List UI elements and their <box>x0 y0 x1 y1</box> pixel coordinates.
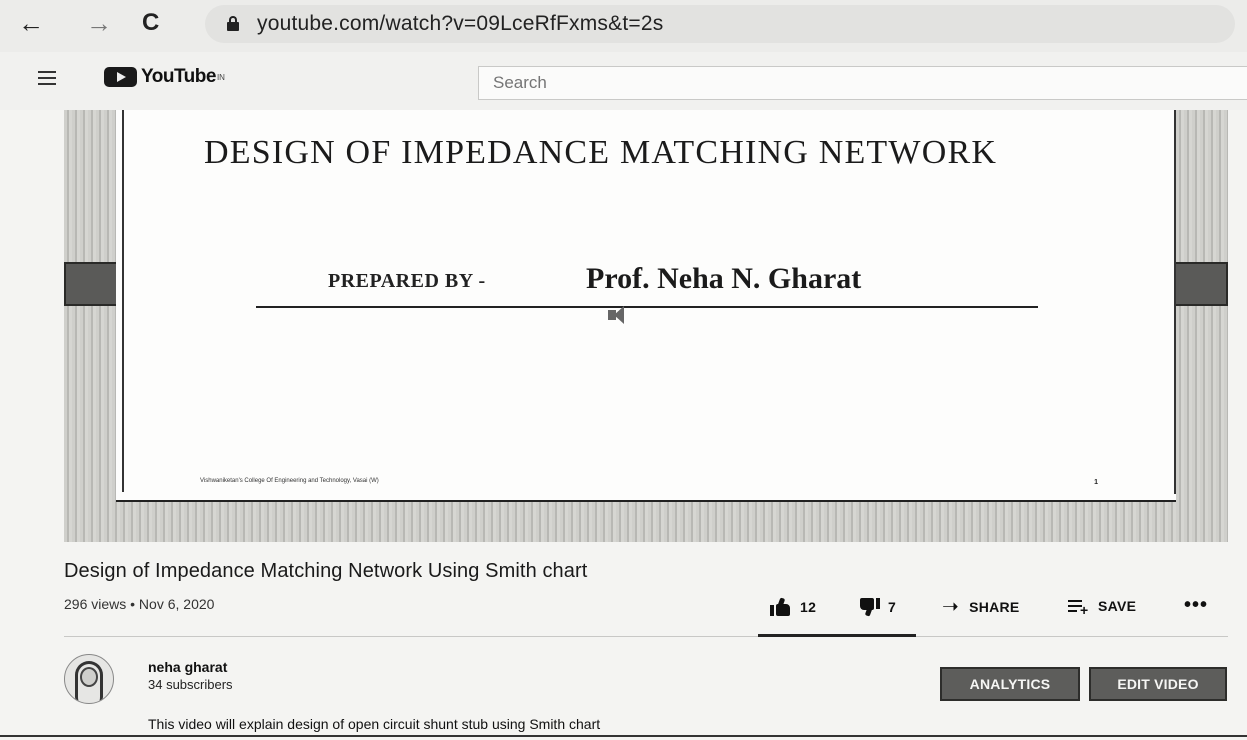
slide-footer: Vishwaniketan's College Of Engineering a… <box>200 478 379 484</box>
prepared-by-label: PREPARED BY - <box>328 270 486 292</box>
more-options-icon[interactable]: ••• <box>1184 594 1208 617</box>
back-arrow-icon[interactable]: ← <box>18 8 44 38</box>
video-player[interactable]: DESIGN OF IMPEDANCE MATCHING NETWORK PRE… <box>64 110 1228 542</box>
video-description: This video will explain design of open c… <box>148 716 601 732</box>
youtube-play-icon <box>104 67 137 87</box>
save-button[interactable]: + SAVE <box>1068 598 1137 617</box>
slide-title: DESIGN OF IMPEDANCE MATCHING NETWORK <box>204 134 998 171</box>
url-text[interactable]: youtube.com/watch?v=09LceRfFxms&t=2s <box>257 12 663 36</box>
channel-name[interactable]: neha gharat <box>148 659 227 675</box>
country-code: IN <box>216 72 225 82</box>
lock-icon <box>227 16 239 31</box>
edit-video-button[interactable]: EDIT VIDEO <box>1089 667 1227 701</box>
thumbs-down-icon <box>858 598 880 617</box>
bottom-divider <box>0 735 1247 737</box>
youtube-logo-text: YouTube <box>141 66 216 87</box>
share-label: SHARE <box>969 599 1020 615</box>
volume-icon[interactable] <box>608 304 636 326</box>
presentation-slide: DESIGN OF IMPEDANCE MATCHING NETWORK PRE… <box>116 110 1176 502</box>
dislike-button[interactable]: 7 <box>858 598 897 617</box>
slide-page-number: 1 <box>1094 479 1098 486</box>
share-arrow-icon: ➝ <box>942 596 960 618</box>
save-label: SAVE <box>1098 598 1137 614</box>
youtube-logo[interactable]: YouTube IN <box>104 65 225 89</box>
reload-icon[interactable]: C <box>142 8 159 38</box>
video-meta: 296 views • Nov 6, 2020 <box>64 596 215 612</box>
share-button[interactable]: ➝ SHARE <box>942 596 1020 618</box>
subscriber-count: 34 subscribers <box>148 677 233 692</box>
video-info-divider <box>64 636 1228 637</box>
browser-toolbar: ← → C youtube.com/watch?v=09LceRfFxms&t=… <box>0 0 1247 52</box>
playlist-add-icon: + <box>1068 599 1088 617</box>
youtube-header: YouTube IN <box>0 52 1247 110</box>
channel-avatar[interactable] <box>64 654 114 704</box>
search-input[interactable] <box>493 73 714 93</box>
slide-divider <box>256 306 1038 308</box>
video-title: Design of Impedance Matching Network Usi… <box>64 560 588 582</box>
slide-author: Prof. Neha N. Gharat <box>586 262 862 295</box>
hamburger-menu-icon[interactable] <box>38 71 56 85</box>
like-count: 12 <box>800 599 817 615</box>
dislike-count: 7 <box>888 599 897 615</box>
search-box[interactable] <box>478 66 1247 100</box>
forward-arrow-icon[interactable]: → <box>86 8 112 38</box>
like-ratio-bar <box>758 634 916 637</box>
address-bar[interactable]: youtube.com/watch?v=09LceRfFxms&t=2s <box>205 5 1235 43</box>
like-button[interactable]: 12 <box>770 597 817 616</box>
analytics-button[interactable]: ANALYTICS <box>940 667 1080 701</box>
thumbs-up-icon <box>770 597 792 616</box>
